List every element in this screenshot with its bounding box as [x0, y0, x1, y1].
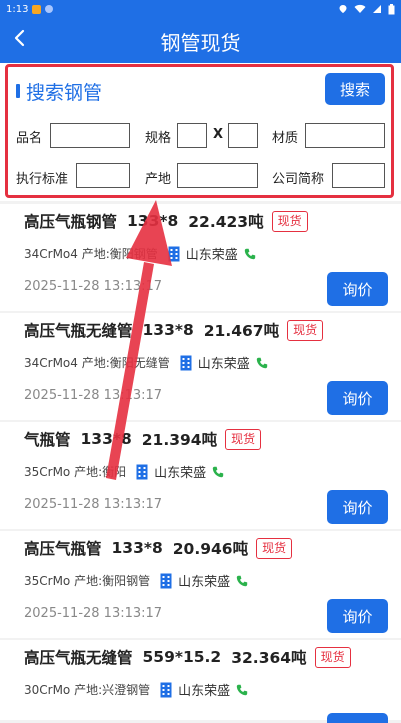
- product-weight: 21.467吨: [203, 322, 280, 340]
- search-section-title: 搜索钢管: [26, 82, 103, 104]
- inquiry-button[interactable]: 询价: [327, 381, 388, 415]
- list-item[interactable]: 高压气瓶无缝管 133*8 21.467吨 现货 34CrMo4 产地:衡阳无缝…: [0, 313, 401, 420]
- company-building-icon: [160, 573, 172, 588]
- item-date: 2025-11-28 13:13:17: [24, 279, 163, 294]
- product-weight: 20.946吨: [172, 540, 249, 558]
- company-building-icon: [160, 682, 172, 697]
- item-date: 2025-11-28 13:13:17: [24, 497, 163, 512]
- standard-label: 执行标准: [16, 172, 69, 187]
- notification-dot-icon: [45, 5, 54, 13]
- list-item[interactable]: 气瓶管 133*8 21.394吨 现货 35CrMo 产地:衡阳 山东荣盛 2…: [0, 422, 401, 529]
- name-input[interactable]: [50, 123, 130, 148]
- product-spec: 133*8: [80, 430, 132, 448]
- company-name[interactable]: 山东荣盛: [186, 244, 238, 263]
- item-title: 气瓶管 133*8 21.394吨 现货: [24, 428, 262, 450]
- stock-badge: 现货: [287, 319, 324, 341]
- item-info: 35CrMo 产地:衡阳 山东荣盛: [24, 462, 224, 481]
- material-label: 材质: [272, 131, 299, 146]
- inquiry-button[interactable]: 询价: [327, 490, 388, 524]
- standard-input[interactable]: [76, 163, 130, 188]
- spec-input-2[interactable]: [228, 123, 258, 148]
- company-name[interactable]: 山东荣盛: [154, 462, 206, 481]
- product-spec: 133*8: [127, 212, 179, 230]
- phone-icon[interactable]: [236, 684, 248, 696]
- material: 30CrMo: [24, 682, 71, 697]
- status-time: 1:13: [6, 3, 29, 15]
- search-button[interactable]: 搜索: [325, 73, 385, 105]
- list-item[interactable]: 高压气瓶无缝管 559*15.2 32.364吨 现货 30CrMo 产地:兴澄…: [0, 640, 401, 723]
- product-name: 高压气瓶无缝管: [24, 322, 133, 340]
- item-info: 34CrMo4 产地:衡阳钢管 山东荣盛: [24, 244, 256, 263]
- inquiry-button[interactable]: 询价: [327, 599, 388, 633]
- product-spec: 133*8: [142, 321, 194, 339]
- status-bar: 1:13: [0, 0, 401, 18]
- material-input[interactable]: [305, 123, 385, 148]
- stock-badge: 现货: [225, 428, 262, 450]
- origin: 产地:衡阳钢管: [81, 247, 158, 261]
- product-spec: 559*15.2: [142, 648, 222, 666]
- product-name: 高压气瓶无缝管: [24, 649, 133, 667]
- item-info: 35CrMo 产地:衡阳钢管 山东荣盛: [24, 571, 248, 590]
- product-weight: 21.394吨: [141, 431, 218, 449]
- product-name: 气瓶管: [24, 431, 71, 449]
- material: 34CrMo4: [24, 246, 78, 261]
- section-marker: [16, 84, 20, 98]
- item-date: 2025-11-28 13:13:17: [24, 606, 163, 621]
- origin: 产地:衡阳钢管: [74, 574, 151, 588]
- phone-icon[interactable]: [212, 466, 224, 478]
- product-weight: 32.364吨: [231, 649, 307, 667]
- spec-label: 规格: [145, 131, 172, 146]
- company-label: 公司简称: [272, 172, 325, 187]
- company-building-icon: [180, 355, 192, 370]
- item-info: 30CrMo 产地:兴澄钢管 山东荣盛: [24, 680, 248, 699]
- spec-x-label: X: [213, 127, 224, 142]
- item-title: 高压气瓶钢管 133*8 22.423吨 现货: [24, 210, 308, 232]
- inquiry-button[interactable]: 询价: [327, 272, 388, 306]
- company-name[interactable]: 山东荣盛: [178, 680, 230, 699]
- company-building-icon: [168, 246, 180, 261]
- stock-badge: 现货: [314, 646, 351, 668]
- phone-icon[interactable]: [236, 575, 248, 587]
- item-date: 2025-11-28 13:13:17: [24, 388, 163, 403]
- location-icon: [339, 5, 347, 13]
- app-header: 钢管现货: [0, 18, 401, 63]
- company-name[interactable]: 山东荣盛: [198, 353, 250, 372]
- name-label: 品名: [16, 131, 43, 146]
- origin: 产地:衡阳: [74, 465, 127, 479]
- wifi-icon: [354, 4, 366, 14]
- stock-badge: 现货: [256, 537, 293, 559]
- material: 35CrMo: [24, 464, 71, 479]
- item-title: 高压气瓶无缝管 133*8 21.467吨 现货: [24, 319, 324, 341]
- item-title: 高压气瓶管 133*8 20.946吨 现货: [24, 537, 293, 559]
- phone-icon[interactable]: [244, 248, 256, 260]
- list-item[interactable]: 高压气瓶管 133*8 20.946吨 现货 35CrMo 产地:衡阳钢管 山东…: [0, 531, 401, 638]
- product-weight: 22.423吨: [188, 213, 264, 231]
- material: 35CrMo: [24, 573, 71, 588]
- company-name[interactable]: 山东荣盛: [178, 571, 230, 590]
- list-item[interactable]: 高压气瓶钢管 133*8 22.423吨 现货 34CrMo4 产地:衡阳钢管 …: [0, 204, 401, 311]
- product-name: 高压气瓶管: [24, 540, 102, 558]
- item-info: 34CrMo4 产地:衡阳无缝管 山东荣盛: [24, 353, 268, 372]
- item-title: 高压气瓶无缝管 559*15.2 32.364吨 现货: [24, 646, 351, 668]
- material: 34CrMo4: [24, 355, 78, 370]
- signal-icon: [373, 5, 381, 13]
- page-title: 钢管现货: [160, 31, 241, 55]
- battery-icon: [388, 3, 395, 14]
- company-building-icon: [136, 464, 148, 479]
- company-input[interactable]: [332, 163, 385, 188]
- spec-input-1[interactable]: [177, 123, 207, 148]
- origin-input[interactable]: [177, 163, 258, 188]
- product-spec: 133*8: [111, 539, 163, 557]
- origin: 产地:兴澄钢管: [74, 683, 151, 697]
- notification-app-icon: [32, 4, 42, 14]
- phone-icon[interactable]: [256, 357, 268, 369]
- origin: 产地:衡阳无缝管: [81, 356, 170, 370]
- product-name: 高压气瓶钢管: [24, 213, 118, 231]
- inquiry-button[interactable]: [327, 713, 388, 723]
- stock-badge: 现货: [271, 210, 308, 232]
- origin-label: 产地: [145, 172, 172, 187]
